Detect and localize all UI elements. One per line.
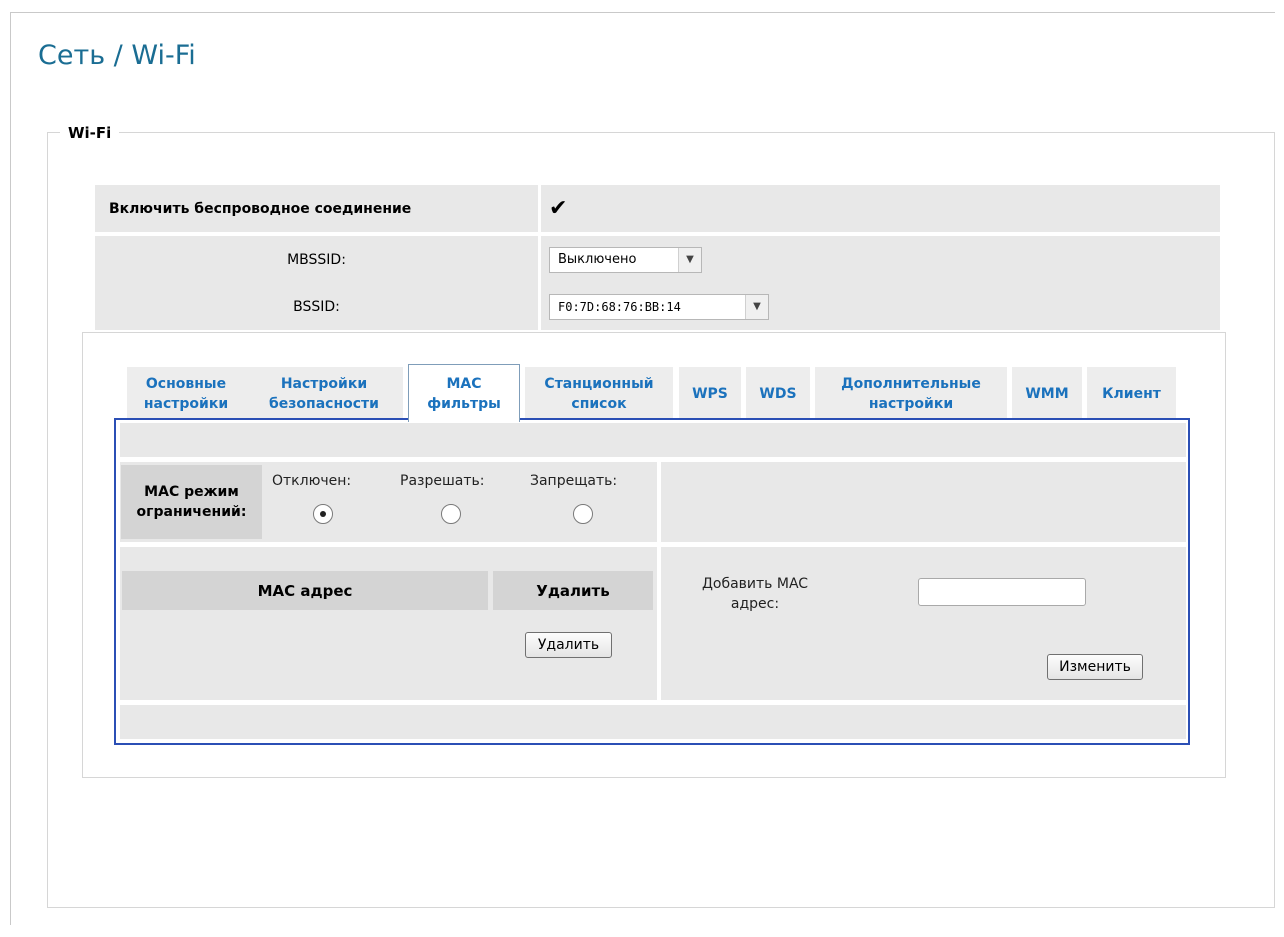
tab-mac-filters[interactable]: MAC фильтры xyxy=(408,364,520,422)
radio-disabled[interactable] xyxy=(313,504,333,524)
enable-wireless-row: Включить беспроводное соединение ✔ xyxy=(95,185,1220,232)
bssid-label: BSSID: xyxy=(95,283,538,330)
enable-wireless-checkbox[interactable]: ✔ xyxy=(549,197,567,220)
tab-client[interactable]: Клиент xyxy=(1087,367,1176,420)
add-mac-label: Добавить MAC адрес: xyxy=(701,576,809,612)
tab-advanced-settings[interactable]: Дополнительные настройки xyxy=(815,367,1007,420)
tab-wds[interactable]: WDS xyxy=(746,367,810,420)
tab-basic-settings[interactable]: Основные настройки xyxy=(127,367,245,420)
change-button[interactable]: Изменить xyxy=(1047,654,1143,680)
option-allow-label: Разрешать: xyxy=(400,473,485,489)
chevron-down-icon: ▼ xyxy=(745,294,768,319)
delete-header: Удалить xyxy=(493,571,653,610)
content-bottom-bar xyxy=(120,705,1186,739)
mbssid-select-value: Выключено xyxy=(558,252,637,267)
option-deny-label: Запрещать: xyxy=(530,473,618,489)
wifi-group-legend: Wi-Fi xyxy=(60,124,120,142)
radio-deny[interactable] xyxy=(573,504,593,524)
add-mac-input[interactable] xyxy=(918,578,1086,606)
bssid-select[interactable]: F0:7D:68:76:BB:14 ▼ xyxy=(549,293,769,320)
tab-station-list[interactable]: Станционный список xyxy=(525,367,673,420)
page-title: Сеть / Wi-Fi xyxy=(38,40,196,71)
bssid-row: BSSID: F0:7D:68:76:BB:14 ▼ xyxy=(95,283,1220,330)
radio-selected-dot xyxy=(320,511,326,517)
mac-mode-label: MAC режим ограничений: xyxy=(121,465,262,539)
bssid-select-value: F0:7D:68:76:BB:14 xyxy=(558,299,681,314)
mbssid-select[interactable]: Выключено ▼ xyxy=(549,246,702,273)
content-top-bar xyxy=(120,423,1186,457)
tab-wmm[interactable]: WMM xyxy=(1012,367,1082,420)
tab-security-settings[interactable]: Настройки безопасности xyxy=(245,367,403,420)
mode-right-cell xyxy=(661,462,1186,542)
mac-address-header: MAC адрес xyxy=(122,571,488,610)
option-disabled-label: Отключен: xyxy=(272,473,352,489)
mbssid-row: MBSSID: Выключено ▼ xyxy=(95,236,1220,283)
enable-wireless-label: Включить беспроводное соединение xyxy=(95,185,538,232)
mac-list-cell xyxy=(120,547,657,700)
radio-allow[interactable] xyxy=(441,504,461,524)
delete-button[interactable]: Удалить xyxy=(525,632,612,658)
mbssid-label: MBSSID: xyxy=(95,236,538,283)
tab-wps[interactable]: WPS xyxy=(679,367,741,420)
chevron-down-icon: ▼ xyxy=(678,247,701,272)
